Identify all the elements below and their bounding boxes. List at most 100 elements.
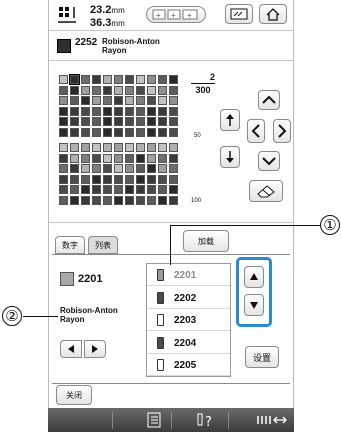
cursor-right-button[interactable] [273, 119, 291, 143]
palette-swatch[interactable] [169, 195, 178, 205]
palette-swatch[interactable] [125, 127, 134, 137]
close-button[interactable]: 关闭 [56, 385, 92, 405]
palette-swatch[interactable] [125, 164, 134, 173]
palette-swatch[interactable] [92, 106, 101, 116]
palette-swatch[interactable] [136, 195, 145, 205]
palette-swatch[interactable] [59, 117, 68, 126]
palette-swatch[interactable] [81, 185, 90, 194]
palette-swatch[interactable] [114, 153, 123, 163]
settings-button[interactable] [255, 411, 289, 429]
palette-swatch[interactable] [70, 143, 79, 152]
list-scroll-down-button[interactable] [244, 294, 264, 316]
tab-numeric[interactable]: 数字 [55, 236, 85, 254]
palette-swatch[interactable] [147, 85, 156, 95]
palette-swatch[interactable] [169, 153, 178, 163]
palette-swatch[interactable] [92, 143, 101, 152]
eraser-button[interactable] [249, 180, 283, 202]
palette-swatch[interactable] [169, 117, 178, 126]
cursor-up-button[interactable] [258, 90, 280, 110]
palette-swatch[interactable] [147, 143, 156, 152]
palette-swatch[interactable] [59, 106, 68, 116]
palette-swatch[interactable] [81, 117, 90, 126]
palette-swatch[interactable] [136, 164, 145, 173]
palette-swatch[interactable] [92, 75, 101, 84]
palette-swatch[interactable] [169, 164, 178, 173]
palette-swatch[interactable] [114, 174, 123, 184]
tab-load[interactable]: 加载 [183, 230, 229, 252]
set-button[interactable]: 设置 [245, 346, 279, 368]
palette-swatch[interactable] [92, 195, 101, 205]
thread-list-item[interactable]: 2201 [147, 264, 230, 286]
palette-swatch[interactable] [125, 185, 134, 194]
thread-list-item[interactable]: 2202 [147, 287, 230, 309]
palette-swatch[interactable] [158, 96, 167, 105]
palette-swatch[interactable] [158, 185, 167, 194]
palette-swatch[interactable] [70, 195, 79, 205]
palette-swatch[interactable] [158, 117, 167, 126]
palette-swatch[interactable] [158, 127, 167, 137]
palette-swatch[interactable] [81, 164, 90, 173]
palette-swatch[interactable] [169, 106, 178, 116]
palette-swatch[interactable] [81, 106, 90, 116]
palette-swatch[interactable] [158, 143, 167, 152]
palette-swatch[interactable] [136, 117, 145, 126]
palette-swatch[interactable] [136, 185, 145, 194]
palette-swatch[interactable] [147, 117, 156, 126]
palette-swatch[interactable] [114, 96, 123, 105]
palette-swatch[interactable] [147, 195, 156, 205]
palette-swatch[interactable] [125, 117, 134, 126]
palette-swatch[interactable] [169, 174, 178, 184]
palette-swatch[interactable] [59, 174, 68, 184]
thread-list-item[interactable]: 2205 [147, 354, 230, 376]
palette-swatch[interactable] [92, 85, 101, 95]
cursor-left-button[interactable] [247, 119, 265, 143]
palette-swatch[interactable] [103, 143, 112, 152]
palette-swatch[interactable] [92, 185, 101, 194]
palette-swatch[interactable] [169, 143, 178, 152]
palette-swatch[interactable] [158, 164, 167, 173]
palette-swatch[interactable] [59, 75, 68, 84]
palette-swatch[interactable] [125, 106, 134, 116]
palette-swatch[interactable] [59, 195, 68, 205]
palette-swatch[interactable] [69, 74, 80, 85]
palette-swatch[interactable] [169, 85, 178, 95]
palette-swatch[interactable] [158, 153, 167, 163]
palette-swatch[interactable] [136, 153, 145, 163]
palette-swatch[interactable] [114, 185, 123, 194]
palette-swatch[interactable] [158, 106, 167, 116]
cursor-down-button[interactable] [258, 151, 280, 171]
palette-swatch[interactable] [103, 195, 112, 205]
palette-swatch[interactable] [147, 75, 156, 84]
palette-swatch[interactable] [103, 174, 112, 184]
palette-swatch[interactable] [136, 127, 145, 137]
color-palette[interactable] [59, 74, 189, 205]
palette-swatch[interactable] [147, 185, 156, 194]
palette-swatch[interactable] [103, 106, 112, 116]
palette-swatch[interactable] [59, 127, 68, 137]
palette-swatch[interactable] [70, 96, 79, 105]
palette-swatch[interactable] [103, 75, 112, 84]
page-up-button[interactable] [220, 109, 240, 131]
palette-swatch[interactable] [92, 164, 101, 173]
palette-swatch[interactable] [147, 106, 156, 116]
palette-swatch[interactable] [125, 75, 134, 84]
palette-swatch[interactable] [169, 75, 178, 84]
palette-swatch[interactable] [114, 117, 123, 126]
instruction-button[interactable] [145, 411, 163, 429]
page-down-button[interactable] [220, 146, 240, 168]
palette-swatch[interactable] [103, 153, 112, 163]
thread-list-item[interactable]: 2203 [147, 309, 230, 331]
palette-swatch[interactable] [81, 153, 90, 163]
palette-swatch[interactable] [147, 96, 156, 105]
palette-swatch[interactable] [59, 96, 68, 105]
palette-swatch[interactable] [59, 153, 68, 163]
palette-swatch[interactable] [125, 143, 134, 152]
palette-swatch[interactable] [114, 195, 123, 205]
palette-swatch[interactable] [158, 85, 167, 95]
palette-swatch[interactable] [169, 96, 178, 105]
palette-swatch[interactable] [92, 96, 101, 105]
palette-swatch[interactable] [114, 127, 123, 137]
palette-swatch[interactable] [81, 195, 90, 205]
palette-swatch[interactable] [103, 185, 112, 194]
embroidery-view-button[interactable] [225, 4, 253, 24]
